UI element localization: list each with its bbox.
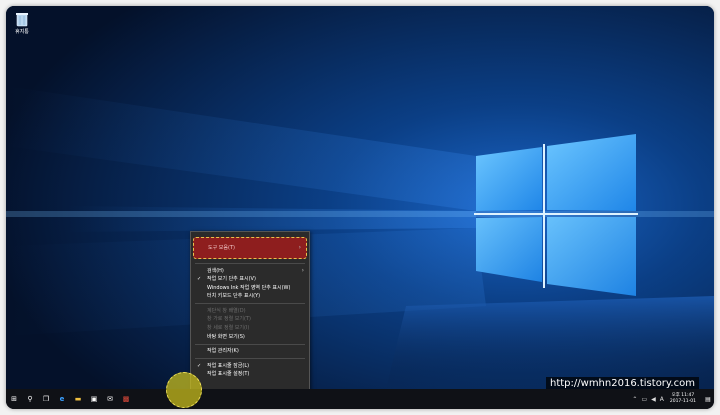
folder-icon: ▬	[74, 395, 82, 403]
windows-logo-icon: ⊞	[11, 395, 17, 403]
menu-item-label: 창 가로 정렬 보기(T)	[207, 316, 251, 323]
menu-item-3[interactable]: Windows Ink 작업 영역 단추 표시(W)	[191, 284, 309, 293]
start-button[interactable]: ⊞	[6, 389, 22, 409]
edge-button[interactable]: e	[54, 389, 70, 409]
taskbar-context-menu: 도구 모음(T) › 검색(H) › ✓ 작업 보기 단추 표시(V) Windows In…	[190, 231, 310, 399]
menu-item-0[interactable]: 도구 모음(T) ›	[193, 237, 307, 259]
menu-item-label: 창 세로 정렬 보기(I)	[207, 325, 250, 332]
network-icon[interactable]: ▭	[641, 396, 647, 403]
screenshot-frame: 휴지통 도구 모음(T) › 검색(H) › ✓ 작업 보기 단추 표시(V) Window…	[6, 6, 714, 409]
menu-item-7: 창 세로 정렬 보기(I)	[191, 324, 309, 333]
menu-item-label: 검색(H)	[207, 267, 224, 274]
taskbar-buttons: ⊞ ⚲ ❐ e ▬ ▣ ✉ ▩	[6, 389, 134, 409]
menu-item-1[interactable]: 검색(H) ›	[191, 267, 309, 276]
menu-item-label: 작업 관리자(K)	[207, 348, 239, 355]
checkmark-icon: ✓	[197, 276, 202, 283]
menu-item-label: 작업 표시줄 잠금(L)	[207, 362, 250, 369]
menu-item-label: 바탕 화면 보기(S)	[207, 333, 245, 340]
taskbar[interactable]: ⊞ ⚲ ❐ e ▬ ▣ ✉ ▩ ⌃ ▭ ◀ A 오후 11:47 2017-11-01 ▤	[6, 389, 714, 409]
click-highlight-marker	[166, 372, 202, 408]
menu-item-label: 도구 모음(T)	[208, 245, 235, 251]
menu-item-11[interactable]: 작업 표시줄 설정(T)	[191, 370, 309, 379]
desktop[interactable]: 휴지통 도구 모음(T) › 검색(H) › ✓ 작업 보기 단추 표시(V) Window…	[6, 6, 714, 399]
desktop-wallpaper	[6, 6, 714, 389]
task-view-button[interactable]: ❐	[38, 389, 54, 409]
ime-indicator[interactable]: A	[660, 396, 664, 403]
menu-separator	[195, 343, 305, 345]
menu-item-4[interactable]: 터치 키보드 단추 표시(Y)	[191, 292, 309, 301]
checkmark-icon: ✓	[197, 362, 202, 369]
system-tray: ⌃ ▭ ◀ A 오후 11:47 2017-11-01 ▤	[630, 389, 714, 409]
search-icon: ⚲	[27, 395, 33, 403]
recycle-bin-icon	[16, 13, 28, 27]
store-icon: ▣	[90, 395, 98, 403]
explorer-button[interactable]: ▬	[70, 389, 86, 409]
taskbar-clock[interactable]: 오후 11:47 2017-11-01	[670, 393, 696, 405]
search-button[interactable]: ⚲	[22, 389, 38, 409]
menu-item-label: 작업 보기 단추 표시(V)	[207, 276, 256, 283]
menu-separator	[195, 358, 305, 360]
app-button[interactable]: ▩	[118, 389, 134, 409]
task-view-icon: ❐	[42, 395, 50, 403]
edge-icon: e	[59, 395, 65, 403]
menu-item-label: 터치 키보드 단추 표시(Y)	[207, 293, 261, 300]
menu-item-label: Windows Ink 작업 영역 단추 표시(W)	[207, 284, 291, 291]
mail-button[interactable]: ✉	[102, 389, 118, 409]
chevron-up-icon[interactable]: ⌃	[632, 396, 637, 403]
menu-item-10[interactable]: ✓ 작업 표시줄 잠금(L)	[191, 362, 309, 371]
clock-date: 2017-11-01	[669, 399, 696, 404]
menu-item-2[interactable]: ✓ 작업 보기 단추 표시(V)	[191, 275, 309, 284]
menu-item-6: 창 가로 정렬 보기(T)	[191, 315, 309, 324]
menu-item-label: 계단식 창 배열(D)	[207, 307, 246, 314]
store-button[interactable]: ▣	[86, 389, 102, 409]
menu-separator	[195, 263, 305, 264]
menu-item-5: 계단식 창 배열(D)	[191, 307, 309, 316]
app-icon: ▩	[122, 395, 130, 403]
mail-icon: ✉	[107, 395, 113, 403]
chevron-right-icon: ›	[298, 244, 301, 251]
recycle-bin-label: 휴지통	[15, 29, 29, 35]
volume-icon[interactable]: ◀	[651, 396, 656, 403]
menu-item-9[interactable]: 작업 관리자(K)	[191, 347, 309, 356]
recycle-bin[interactable]: 휴지통	[11, 11, 33, 35]
chevron-right-icon: ›	[301, 266, 304, 274]
menu-item-8[interactable]: 바탕 화면 보기(S)	[191, 333, 309, 342]
menu-separator	[195, 303, 305, 305]
notification-icon[interactable]: ▤	[702, 396, 714, 403]
menu-item-label: 작업 표시줄 설정(T)	[207, 371, 250, 378]
